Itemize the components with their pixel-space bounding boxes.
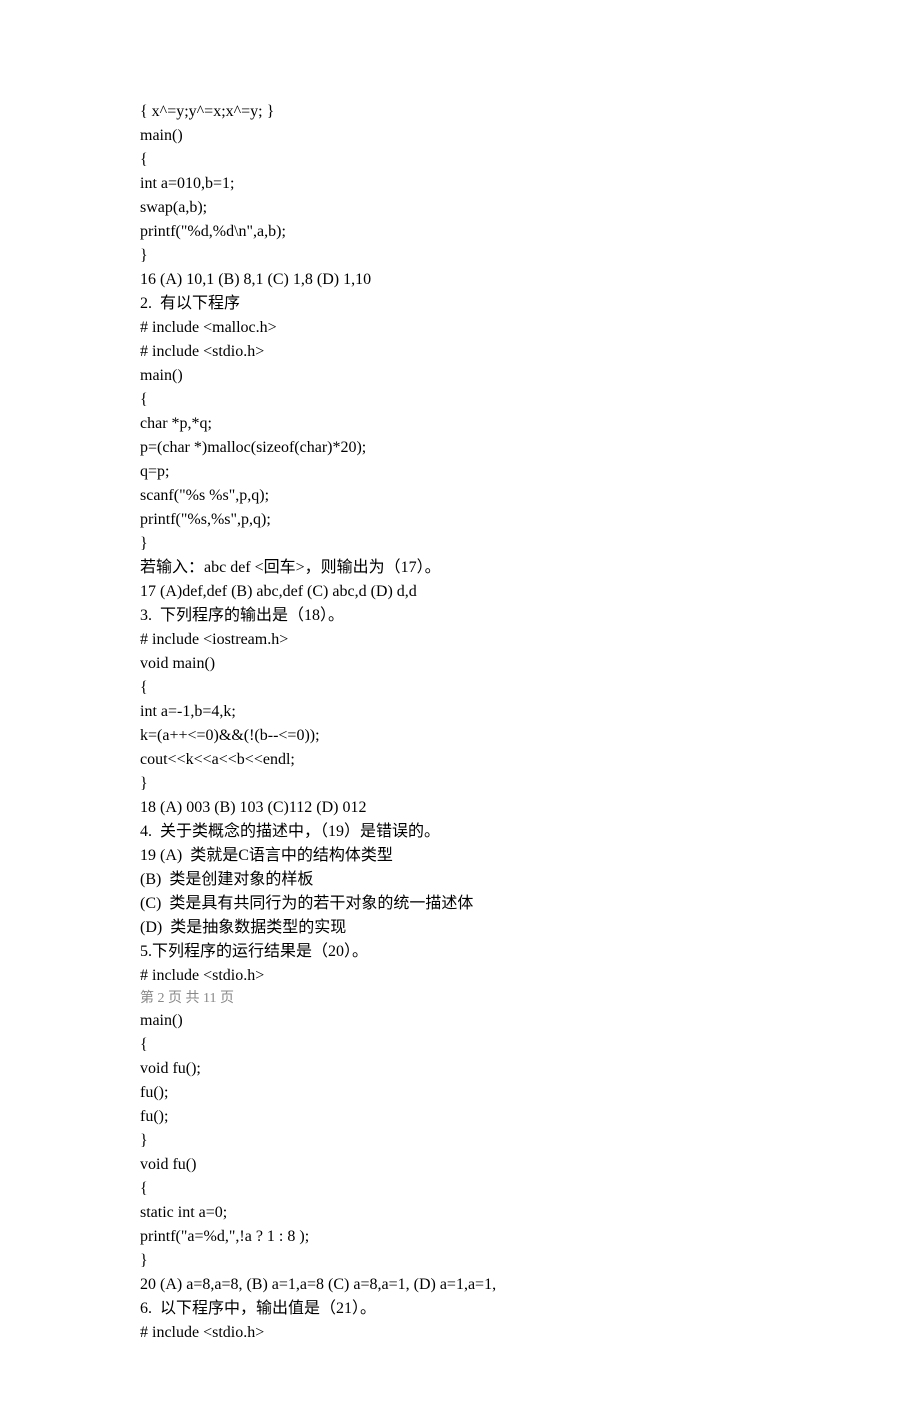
text-line: scanf("%s %s",p,q);	[140, 484, 780, 508]
text-line: int a=010,b=1;	[140, 172, 780, 196]
text-line: }	[140, 1129, 780, 1153]
text-line: {	[140, 388, 780, 412]
text-line: 3. 下列程序的输出是（18）。	[140, 604, 780, 628]
code-block-1: { x^=y;y^=x;x^=y; } main() { int a=010,b…	[140, 100, 780, 988]
text-line: { x^=y;y^=x;x^=y; }	[140, 100, 780, 124]
text-line: 17 (A)def,def (B) abc,def (C) abc,d (D) …	[140, 580, 780, 604]
text-line: }	[140, 244, 780, 268]
text-line: void main()	[140, 652, 780, 676]
text-line: # include <stdio.h>	[140, 964, 780, 988]
text-line: void fu();	[140, 1057, 780, 1081]
text-line: main()	[140, 1009, 780, 1033]
text-line: fu();	[140, 1081, 780, 1105]
text-line: (B) 类是创建对象的样板	[140, 868, 780, 892]
text-line: swap(a,b);	[140, 196, 780, 220]
text-line: 2. 有以下程序	[140, 292, 780, 316]
text-line: {	[140, 1033, 780, 1057]
document-page: { x^=y;y^=x;x^=y; } main() { int a=010,b…	[0, 0, 920, 1405]
text-line: 4. 关于类概念的描述中，（19）是错误的。	[140, 820, 780, 844]
text-line: (D) 类是抽象数据类型的实现	[140, 916, 780, 940]
text-line: 19 (A) 类就是C语言中的结构体类型	[140, 844, 780, 868]
text-line: 18 (A) 003 (B) 103 (C)112 (D) 012	[140, 796, 780, 820]
text-line: {	[140, 1177, 780, 1201]
code-block-2: main() { void fu(); fu(); fu(); } void f…	[140, 1009, 780, 1345]
text-line: printf("%s,%s",p,q);	[140, 508, 780, 532]
text-line: # include <malloc.h>	[140, 316, 780, 340]
text-line: 20 (A) a=8,a=8, (B) a=1,a=8 (C) a=8,a=1,…	[140, 1273, 780, 1297]
text-line: char *p,*q;	[140, 412, 780, 436]
text-line: fu();	[140, 1105, 780, 1129]
text-line: static int a=0;	[140, 1201, 780, 1225]
page-indicator: 第 2 页 共 11 页	[140, 988, 780, 1009]
text-line: }	[140, 772, 780, 796]
text-line: p=(char *)malloc(sizeof(char)*20);	[140, 436, 780, 460]
text-line: main()	[140, 124, 780, 148]
text-line: 5.下列程序的运行结果是（20）。	[140, 940, 780, 964]
text-line: 6. 以下程序中，输出值是（21）。	[140, 1297, 780, 1321]
text-line: (C) 类是具有共同行为的若干对象的统一描述体	[140, 892, 780, 916]
text-line: void fu()	[140, 1153, 780, 1177]
text-line: int a=-1,b=4,k;	[140, 700, 780, 724]
text-line: 16 (A) 10,1 (B) 8,1 (C) 1,8 (D) 1,10	[140, 268, 780, 292]
text-line: printf("a=%d,",!a ? 1 : 8 );	[140, 1225, 780, 1249]
text-line: {	[140, 148, 780, 172]
text-line: }	[140, 1249, 780, 1273]
text-line: printf("%d,%d\n",a,b);	[140, 220, 780, 244]
text-line: k=(a++<=0)&&(!(b--<=0));	[140, 724, 780, 748]
text-line: # include <iostream.h>	[140, 628, 780, 652]
text-line: 若输入：abc def <回车>，则输出为（17）。	[140, 556, 780, 580]
text-line: }	[140, 532, 780, 556]
text-line: {	[140, 676, 780, 700]
text-line: main()	[140, 364, 780, 388]
text-line: cout<<k<<a<<b<<endl;	[140, 748, 780, 772]
text-line: # include <stdio.h>	[140, 1321, 780, 1345]
text-line: # include <stdio.h>	[140, 340, 780, 364]
text-line: q=p;	[140, 460, 780, 484]
